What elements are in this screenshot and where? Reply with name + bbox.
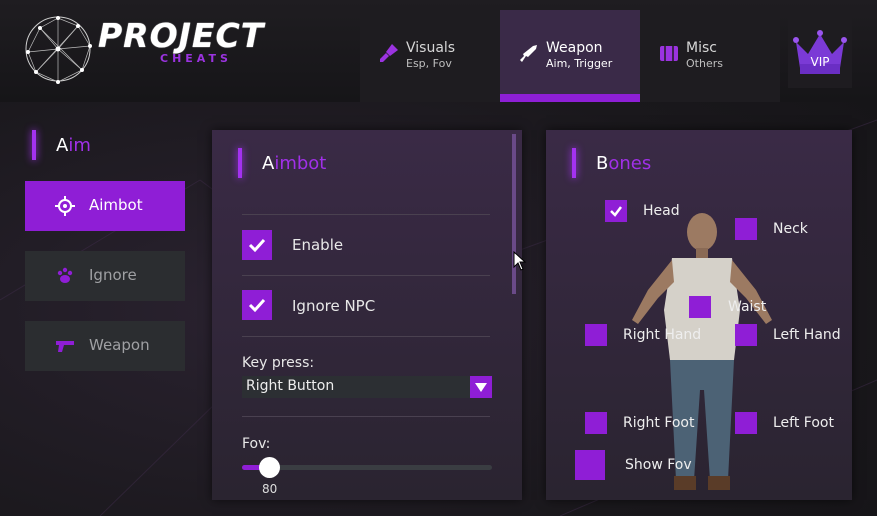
tab-weapon[interactable]: Weapon Aim, Trigger [500,10,640,102]
bone-right-foot-label: Right Foot [623,415,695,431]
tab-misc-sub: Others [686,57,723,70]
bone-left-hand-label: Left Hand [773,327,841,343]
tab-misc-label: Misc [686,40,717,56]
enable-label: Enable [292,236,344,254]
bones-panel: Bones Head Neck Waist Right Hand Left Ha… [546,130,852,500]
bone-left-foot-label: Left Foot [773,415,834,431]
paw-icon [57,267,73,283]
title-first-letter: A [56,135,69,156]
sidebar-item-label: Ignore [89,266,137,284]
tab-weapon-label: Weapon [546,40,603,56]
divider [242,416,490,417]
ignore-npc-label: Ignore NPC [292,297,376,315]
fov-slider-handle[interactable] [259,457,280,478]
vip-button[interactable]: VIP [788,10,852,88]
chest-icon [660,46,678,61]
sidebar-item-ignore[interactable]: Ignore [25,251,185,301]
brand-subtitle: CHEATS [160,52,232,65]
bone-right-foot-checkbox[interactable] [585,412,607,434]
divider [242,275,490,276]
title-first-letter: B [596,153,609,174]
mouse-cursor-icon [513,251,527,271]
checkmark-icon [610,206,622,217]
title-accent-bar [238,148,242,178]
title-rest: imbot [274,153,327,174]
tab-visuals-label: Visuals [406,40,456,56]
bone-waist-label: Waist [728,299,767,315]
show-fov-label: Show Fov [625,457,692,473]
divider [242,336,490,337]
bone-neck-label: Neck [773,221,808,237]
title-accent-bar [32,130,36,160]
tab-visuals-sub: Esp, Fov [406,57,452,70]
brush-icon [380,44,398,62]
tab-weapon-sub: Aim, Trigger [546,57,613,70]
rifle-icon [520,45,537,62]
bone-head-label: Head [643,203,680,219]
checkmark-icon [248,298,266,313]
key-press-label: Key press: [242,355,315,371]
sidebar-item-aimbot[interactable]: Aimbot [25,181,185,231]
ignore-npc-checkbox[interactable] [242,290,272,320]
checkmark-icon [248,238,266,253]
fov-label: Fov: [242,436,271,452]
bone-left-foot-checkbox[interactable] [735,412,757,434]
chevron-down-icon[interactable] [470,376,492,398]
bone-right-hand-label: Right Hand [623,327,702,343]
divider [242,214,490,215]
key-press-value: Right Button [246,378,335,394]
tab-visuals[interactable]: Visuals Esp, Fov [360,10,500,102]
globe-logo-icon [25,16,92,84]
aimbot-panel: Aimbot Enable Ignore NPC Key press: Righ… [212,130,522,500]
tab-misc[interactable]: Misc Others [640,10,780,102]
brand-title: PROJECT [98,16,265,55]
bone-waist-checkbox[interactable] [689,296,711,318]
title-rest: ones [608,153,652,174]
show-fov-checkbox[interactable] [575,450,605,480]
vip-label: VIP [810,55,830,69]
title-rest: im [68,135,91,156]
bone-head-checkbox[interactable] [605,200,627,222]
bone-right-hand-checkbox[interactable] [585,324,607,346]
pistol-icon [56,341,74,352]
sidebar-item-weapon[interactable]: Weapon [25,321,185,371]
sidebar-item-label: Aimbot [89,196,143,214]
bone-neck-checkbox[interactable] [735,218,757,240]
fov-value: 80 [262,482,278,496]
enable-checkbox[interactable] [242,230,272,260]
sidebar-item-label: Weapon [89,336,150,354]
key-press-select[interactable]: Right Button [242,376,492,398]
title-first-letter: A [262,153,275,174]
crown-icon [793,30,847,74]
top-header: PROJECT CHEATS Visuals Esp, Fov Weapon A… [0,0,877,102]
title-accent-bar [572,148,576,178]
crosshair-icon [55,196,75,216]
active-tab-indicator [500,94,640,102]
bone-left-hand-checkbox[interactable] [735,324,757,346]
